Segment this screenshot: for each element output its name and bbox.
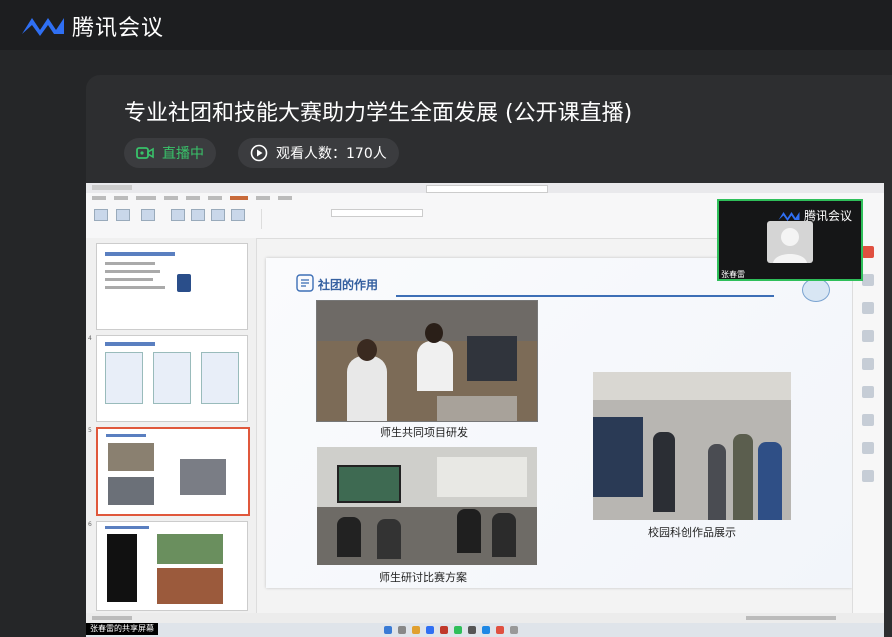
panel-icon[interactable] bbox=[862, 414, 874, 426]
browser-icon[interactable] bbox=[426, 626, 434, 634]
search-icon[interactable] bbox=[398, 626, 406, 634]
ribbon-tabs bbox=[86, 193, 292, 203]
app-icon[interactable] bbox=[510, 626, 518, 634]
app-icon[interactable] bbox=[496, 626, 504, 634]
tencent-meeting-logo-icon bbox=[22, 18, 64, 36]
slide-canvas[interactable]: 社团的作用 师生共同项目研发 校园科创作品展示 师生研讨比赛方案 bbox=[266, 258, 852, 588]
panel-icon[interactable] bbox=[862, 330, 874, 342]
powerpoint-icon[interactable] bbox=[440, 626, 448, 634]
panel-icon[interactable] bbox=[862, 246, 874, 258]
panel-icon[interactable] bbox=[862, 442, 874, 454]
viewer-count-label: 观看人数：170人 bbox=[276, 146, 387, 162]
slide-thumbnail[interactable] bbox=[96, 243, 248, 330]
app-icon[interactable] bbox=[468, 626, 476, 634]
app-icon[interactable] bbox=[482, 626, 490, 634]
viewer-count-badge: 观看人数：170人 bbox=[238, 138, 399, 168]
slide-title-underline bbox=[396, 295, 774, 297]
panel-icon[interactable] bbox=[862, 470, 874, 482]
panel-icon[interactable] bbox=[862, 358, 874, 370]
slide-thumbnail-selected[interactable] bbox=[96, 427, 250, 516]
photo-discussion[interactable] bbox=[317, 447, 537, 565]
panel-icon[interactable] bbox=[862, 386, 874, 398]
thumbnail-number: 6 bbox=[88, 521, 92, 528]
live-status-badge: 直播中 bbox=[124, 138, 216, 168]
live-status-label: 直播中 bbox=[162, 146, 204, 162]
windows-start-icon[interactable] bbox=[384, 626, 392, 634]
slide-thumbnail[interactable] bbox=[96, 521, 248, 611]
photo-caption: 师生研讨比赛方案 bbox=[379, 571, 467, 584]
video-camera-icon bbox=[136, 147, 154, 159]
thumbnail-number: 4 bbox=[88, 335, 92, 342]
windows-taskbar bbox=[86, 623, 884, 637]
video-tile[interactable]: 腾讯会议 张春雷 bbox=[717, 199, 863, 281]
panel-icon[interactable] bbox=[862, 302, 874, 314]
sharer-label: 张春雷的共享屏幕 bbox=[86, 623, 158, 635]
ppt-title-bar bbox=[86, 183, 884, 193]
ppt-right-panel bbox=[852, 238, 884, 613]
slide-thumbnails[interactable]: 4 5 6 bbox=[86, 238, 257, 613]
app-name: 腾讯会议 bbox=[72, 16, 165, 41]
play-circle-icon bbox=[250, 144, 268, 162]
file-explorer-icon[interactable] bbox=[412, 626, 420, 634]
ppt-status-bar bbox=[86, 613, 884, 623]
photo-caption: 校园科创作品展示 bbox=[648, 526, 736, 539]
top-bar: 腾讯会议 bbox=[0, 0, 892, 50]
photo-project-dev[interactable] bbox=[316, 300, 538, 422]
meeting-title: 专业社团和技能大赛助力学生全面发展 (公开课直播) bbox=[124, 101, 633, 126]
app-icon[interactable] bbox=[454, 626, 462, 634]
panel-icon[interactable] bbox=[862, 274, 874, 286]
slide-title-icon bbox=[296, 274, 314, 292]
thumbnail-number: 5 bbox=[88, 427, 92, 434]
photo-showcase[interactable] bbox=[593, 372, 791, 520]
photo-caption: 师生共同项目研发 bbox=[380, 426, 468, 439]
school-logo-icon bbox=[802, 278, 830, 302]
participant-name: 张春雷 bbox=[721, 270, 745, 279]
avatar bbox=[767, 221, 813, 263]
slide-title: 社团的作用 bbox=[318, 278, 379, 292]
brand: 腾讯会议 bbox=[20, 10, 164, 42]
person-avatar-icon bbox=[773, 228, 807, 263]
slide-thumbnail[interactable] bbox=[96, 335, 248, 422]
